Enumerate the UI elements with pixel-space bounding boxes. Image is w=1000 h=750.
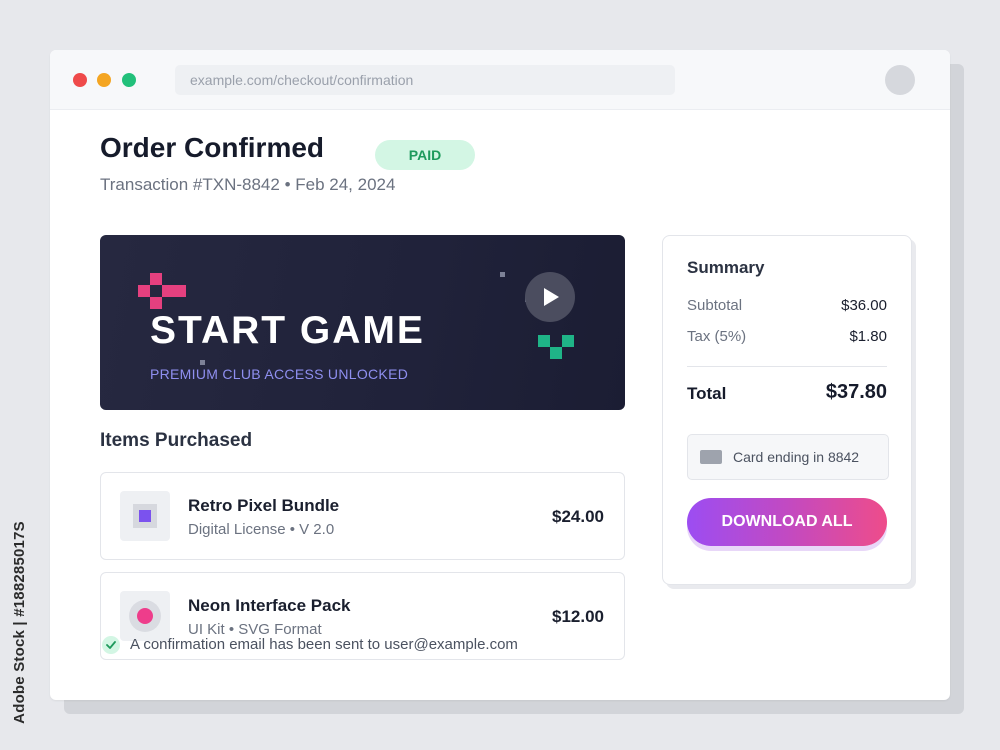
download-all-button[interactable]: DOWNLOAD ALL [687,498,887,546]
tax-label: Tax (5%) [687,328,747,345]
play-button[interactable] [525,272,575,322]
browser-titlebar: example.com/checkout/confirmation [50,50,950,110]
profile-avatar[interactable] [885,65,915,95]
purchased-item[interactable]: Retro Pixel Bundle Digital License • V 2… [100,472,625,560]
pixel-decoration [562,335,574,347]
item-thumbnail [120,591,170,641]
summary-title: Summary [687,258,765,277]
item-name: Neon Interface Pack [188,596,351,615]
total-label: Total [687,384,727,403]
status-badge: PAID [375,140,475,170]
page-title: Order Confirmed [100,132,325,163]
pixel-square-icon [133,504,157,528]
item-thumbnail [120,491,170,541]
item-name: Retro Pixel Bundle [188,496,340,515]
pixel-decoration [550,347,562,359]
pixel-speck [500,272,505,277]
payment-method-text: Card ending in 8842 [733,449,860,465]
subtotal-label: Subtotal [687,297,743,314]
pixel-decoration [538,335,550,347]
check-icon [102,636,120,654]
pixel-speck [200,360,205,365]
stock-watermark-text: Adobe Stock | #188285017S [10,520,28,724]
banner-subtitle: PREMIUM CLUB ACCESS UNLOCKED [150,366,409,382]
neon-circle-icon [129,600,161,632]
items-section-title: Items Purchased [100,430,253,451]
pixel-decoration [174,285,186,297]
address-bar[interactable]: example.com/checkout/confirmation [175,65,675,95]
item-meta: Digital License • V 2.0 [188,521,335,538]
subtotal-value: $36.00 [841,297,887,314]
subtotal-row: Subtotal $36.00 [687,297,887,314]
maximize-window-button[interactable] [122,73,136,87]
confirmation-notice-text: A confirmation email has been sent to us… [130,636,518,653]
game-banner[interactable]: START GAME PREMIUM CLUB ACCESS UNLOCKED [100,235,625,410]
payment-method[interactable]: Card ending in 8842 [687,434,889,480]
play-icon [544,288,559,306]
pixel-decoration [162,285,174,297]
total-value: $37.80 [825,381,887,403]
minimize-window-button[interactable] [97,73,111,87]
tax-row: Tax (5%) $1.80 [687,328,887,345]
pixel-decoration [150,297,162,309]
tax-value: $1.80 [849,328,887,345]
item-price: $24.00 [552,507,604,526]
pixel-decoration [138,285,150,297]
pixel-decoration [150,273,162,285]
stock-watermark: Adobe Stock | #188285017S [2,506,36,738]
item-price: $12.00 [552,607,604,626]
transaction-info: Transaction #TXN-8842 • Feb 24, 2024 [100,175,396,194]
order-summary-panel: Summary Subtotal $36.00 Tax (5%) $1.80 T… [662,235,912,585]
browser-window: example.com/checkout/confirmation Order … [50,50,950,700]
close-window-button[interactable] [73,73,87,87]
banner-title: START GAME [150,309,425,352]
credit-card-icon [700,450,722,464]
summary-divider [687,366,887,367]
